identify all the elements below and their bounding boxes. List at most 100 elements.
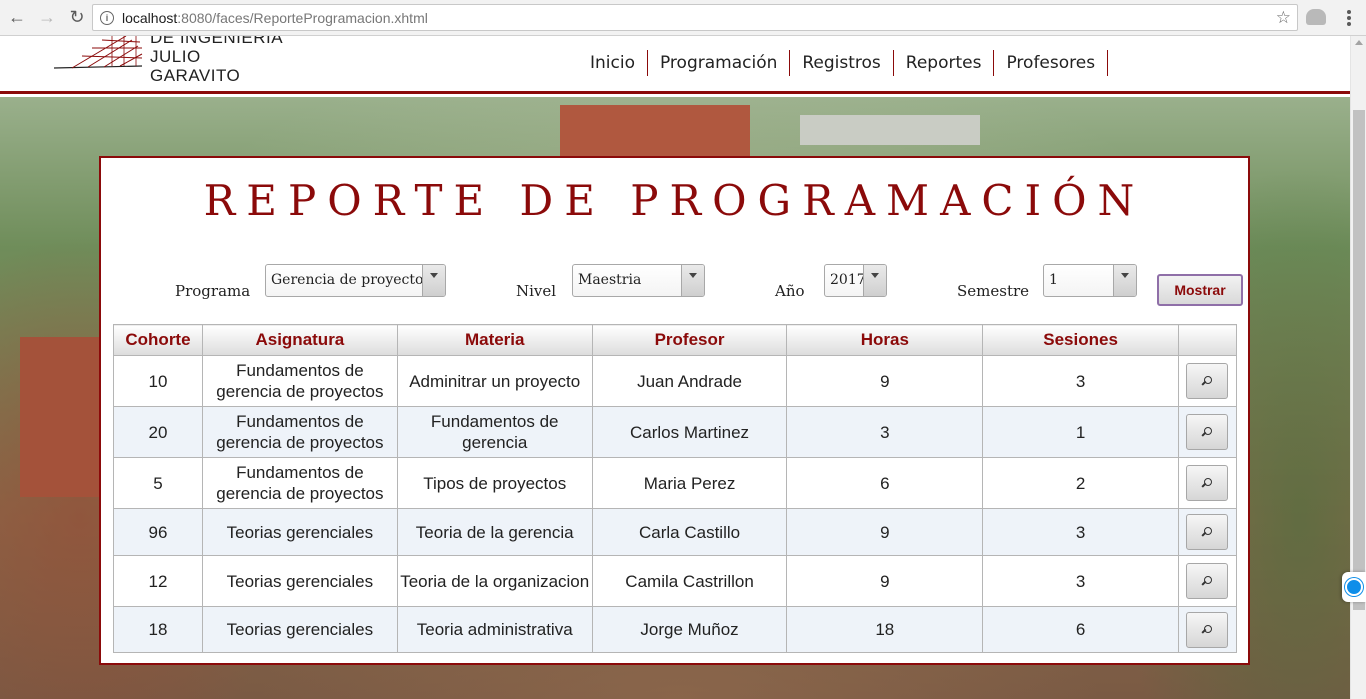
logo-line-1: DE INGENIERÍA	[150, 36, 284, 47]
nav-reportes[interactable]: Reportes	[894, 50, 995, 76]
anio-label: Año	[775, 282, 805, 300]
extension-icon[interactable]	[1306, 9, 1326, 25]
col-horas: Horas	[786, 324, 984, 356]
page-viewport: DE INGENIERÍA JULIO GARAVITO Inicio Prog…	[0, 36, 1350, 699]
programa-label: Programa	[175, 282, 251, 300]
view-detail-button[interactable]	[1186, 465, 1229, 501]
cell-action	[1177, 555, 1238, 607]
nav-inicio[interactable]: Inicio	[578, 50, 648, 76]
cell-sesiones: 6	[982, 606, 1179, 653]
view-detail-button[interactable]	[1186, 514, 1229, 550]
anio-select[interactable]: 2017	[824, 264, 887, 297]
cell-action	[1177, 406, 1238, 458]
table-row: 10 Fundamentos de gerencia de proyectos …	[113, 355, 1238, 407]
cell-horas: 9	[786, 355, 984, 407]
table-row: 20 Fundamentos de gerencia de proyectos …	[113, 406, 1238, 458]
cell-materia: Teoria de la organizacion	[396, 555, 593, 607]
chevron-down-icon[interactable]	[681, 265, 704, 296]
nav-registros[interactable]: Registros	[790, 50, 894, 76]
col-cohorte: Cohorte	[113, 324, 203, 356]
cell-sesiones: 3	[982, 555, 1179, 607]
cell-action	[1177, 606, 1238, 653]
teamviewer-icon[interactable]	[1342, 572, 1366, 602]
col-profesor: Profesor	[591, 324, 788, 356]
cell-horas: 9	[786, 555, 984, 607]
cell-asignatura: Teorias gerenciales	[201, 606, 398, 653]
page-title: REPORTE DE PROGRAMACIÓN	[203, 176, 1146, 225]
cell-sesiones: 3	[982, 355, 1179, 407]
programa-value: Gerencia de proyectos	[271, 272, 431, 288]
cell-asignatura: Teorias gerenciales	[201, 555, 398, 607]
cell-cohorte: 12	[113, 555, 203, 607]
search-icon	[1202, 576, 1213, 586]
view-detail-button[interactable]	[1186, 414, 1229, 450]
search-icon	[1202, 376, 1213, 386]
programa-select[interactable]: Gerencia de proyectos	[265, 264, 446, 297]
cell-profesor: Carla Castillo	[591, 508, 788, 556]
nav-profesores[interactable]: Profesores	[994, 50, 1109, 76]
cell-action	[1177, 355, 1238, 407]
semestre-value: 1	[1049, 272, 1058, 288]
cell-cohorte: 5	[113, 457, 203, 509]
chevron-down-icon[interactable]	[422, 265, 445, 296]
main-nav: Inicio Programación Registros Reportes P…	[578, 50, 1109, 76]
nivel-select[interactable]: Maestria	[572, 264, 705, 297]
programacion-table: Cohorte Asignatura Materia Profesor Hora…	[113, 324, 1238, 653]
semestre-select[interactable]: 1	[1043, 264, 1137, 297]
cell-materia: Teoria de la gerencia	[396, 508, 593, 556]
scroll-thumb[interactable]	[1353, 110, 1365, 610]
anio-value: 2017	[830, 272, 866, 288]
forward-arrow-icon[interactable]: →	[34, 5, 60, 31]
cell-sesiones: 3	[982, 508, 1179, 556]
col-actions	[1177, 324, 1238, 356]
scroll-up-arrow-icon[interactable]	[1355, 40, 1363, 45]
col-sesiones: Sesiones	[982, 324, 1179, 356]
view-detail-button[interactable]	[1186, 363, 1229, 399]
address-bar[interactable]: i localhost:8080/faces/ReporteProgramaci…	[92, 4, 1298, 31]
view-detail-button[interactable]	[1186, 611, 1229, 648]
search-icon	[1202, 427, 1213, 437]
site-header: DE INGENIERÍA JULIO GARAVITO Inicio Prog…	[0, 36, 1350, 94]
cell-horas: 18	[786, 606, 984, 653]
report-panel: REPORTE DE PROGRAMACIÓN Programa Gerenci…	[99, 156, 1250, 665]
cell-asignatura: Teorias gerenciales	[201, 508, 398, 556]
browser-menu-icon[interactable]	[1340, 7, 1358, 29]
cell-materia: Tipos de proyectos	[396, 457, 593, 509]
table-header-row: Cohorte Asignatura Materia Profesor Hora…	[113, 324, 1238, 356]
cell-cohorte: 96	[113, 508, 203, 556]
search-icon	[1202, 527, 1213, 537]
info-icon[interactable]: i	[100, 10, 114, 25]
table-row: 5 Fundamentos de gerencia de proyectos T…	[113, 457, 1238, 509]
table-row: 18 Teorias gerenciales Teoria administra…	[113, 606, 1238, 653]
table-row: 12 Teorias gerenciales Teoria de la orga…	[113, 555, 1238, 607]
cell-asignatura: Fundamentos de gerencia de proyectos	[201, 406, 398, 458]
chevron-down-icon[interactable]	[863, 265, 886, 296]
cell-cohorte: 10	[113, 355, 203, 407]
cell-horas: 9	[786, 508, 984, 556]
browser-toolbar: ← → ↻ i localhost:8080/faces/ReporteProg…	[0, 0, 1366, 36]
search-icon	[1202, 478, 1213, 488]
chevron-down-icon[interactable]	[1113, 265, 1136, 296]
back-arrow-icon[interactable]: ←	[4, 5, 30, 31]
bookmark-star-icon[interactable]: ☆	[1276, 8, 1291, 28]
cell-profesor: Juan Andrade	[591, 355, 788, 407]
cell-asignatura: Fundamentos de gerencia de proyectos	[201, 457, 398, 509]
cell-materia: Fundamentos de gerencia	[396, 406, 593, 458]
cell-sesiones: 1	[982, 406, 1179, 458]
mostrar-button[interactable]: Mostrar	[1157, 274, 1243, 306]
cell-sesiones: 2	[982, 457, 1179, 509]
cell-materia: Adminitrar un proyecto	[396, 355, 593, 407]
cell-profesor: Carlos Martinez	[591, 406, 788, 458]
nivel-value: Maestria	[578, 272, 642, 288]
logo-line-2: JULIO GARAVITO	[150, 47, 241, 85]
cell-materia: Teoria administrativa	[396, 606, 593, 653]
search-icon	[1202, 624, 1213, 635]
nav-programacion[interactable]: Programación	[648, 50, 791, 76]
url-host: localhost	[122, 9, 178, 26]
logo-text: DE INGENIERÍA JULIO GARAVITO	[150, 36, 292, 85]
view-detail-button[interactable]	[1186, 563, 1229, 599]
filter-bar: Programa Gerencia de proyectos Nivel Mae…	[101, 262, 1248, 308]
reload-icon[interactable]: ↻	[64, 5, 90, 31]
school-logo[interactable]: DE INGENIERÍA JULIO GARAVITO	[52, 36, 292, 85]
cell-profesor: Jorge Muñoz	[591, 606, 788, 653]
